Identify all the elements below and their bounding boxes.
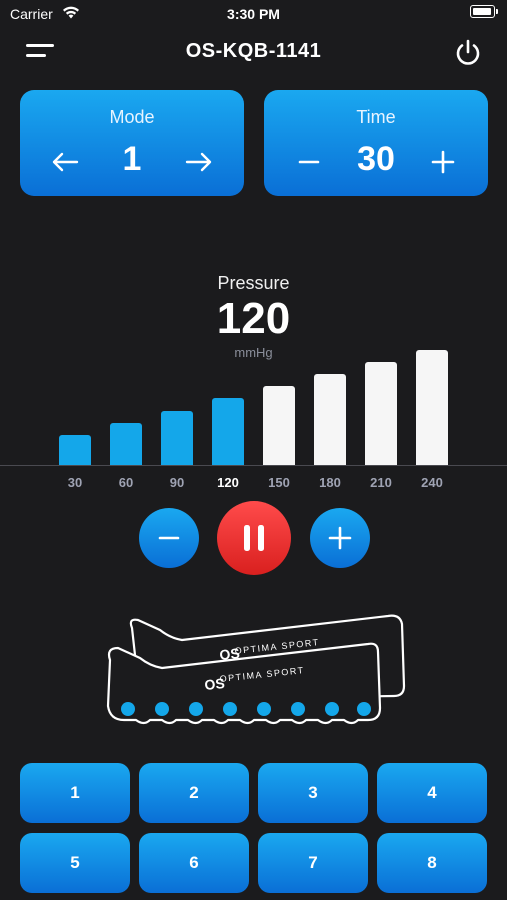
minus-icon (158, 536, 180, 540)
power-icon[interactable] (453, 38, 483, 68)
mode-label: Mode (109, 107, 155, 127)
status-bar: Carrier 3:30 PM (0, 0, 507, 30)
leg-boots-illustration: OPTIMA SPORT OS OPTIMA SPORT OS (100, 608, 410, 738)
zone-button[interactable]: 5 (20, 833, 130, 893)
device-title: OS-KQB-1141 (185, 40, 322, 62)
mode-next-button[interactable] (174, 140, 224, 184)
pressure-label: Pressure (217, 273, 290, 293)
pressure-value: 120 (216, 294, 291, 343)
zone-button[interactable]: 7 (258, 833, 368, 893)
zone-button[interactable]: 6 (139, 833, 249, 893)
arrow-right-icon (185, 152, 212, 172)
pressure-level-label[interactable]: 240 (412, 475, 452, 490)
plus-icon (431, 150, 455, 174)
pressure-level-label[interactable]: 150 (259, 475, 299, 490)
pressure-level-bar[interactable] (416, 349, 448, 465)
battery-icon (470, 5, 498, 18)
pressure-level-bar[interactable] (314, 374, 346, 465)
pressure-increase-button[interactable] (310, 508, 370, 568)
boot-logo: OS (219, 645, 241, 663)
plus-icon (328, 526, 352, 550)
pressure-level-bar[interactable] (365, 361, 397, 465)
pressure-decrease-button[interactable] (139, 508, 199, 568)
pressure-level-bar[interactable] (263, 386, 295, 465)
zone-button[interactable]: 4 (377, 763, 487, 823)
zone-button[interactable]: 3 (258, 763, 368, 823)
pressure-level-label[interactable]: 180 (310, 475, 350, 490)
zone-button[interactable]: 2 (139, 763, 249, 823)
pressure-level-label[interactable]: 90 (157, 475, 197, 490)
pressure-level-bar[interactable] (212, 398, 244, 465)
time-increase-button[interactable] (418, 140, 468, 184)
zone-button[interactable]: 1 (20, 763, 130, 823)
pressure-level-label[interactable]: 210 (361, 475, 401, 490)
time-card: Time 30 (264, 90, 488, 196)
boot-logo: OS (204, 675, 226, 693)
divider (0, 465, 507, 466)
pressure-level-bar[interactable] (110, 422, 142, 465)
zone-button[interactable]: 8 (377, 833, 487, 893)
pressure-level-label[interactable]: 30 (55, 475, 95, 490)
pressure-level-bar[interactable] (161, 410, 193, 465)
time-label: Time (356, 107, 396, 127)
pressure-level-bar[interactable] (59, 435, 91, 465)
pressure-level-label[interactable]: 120 (208, 475, 248, 490)
mode-card: Mode 1 (20, 90, 244, 196)
clock: 3:30 PM (227, 6, 280, 22)
pressure-level-label[interactable]: 60 (106, 475, 146, 490)
pause-button[interactable] (217, 501, 291, 575)
pause-icon (244, 525, 264, 551)
